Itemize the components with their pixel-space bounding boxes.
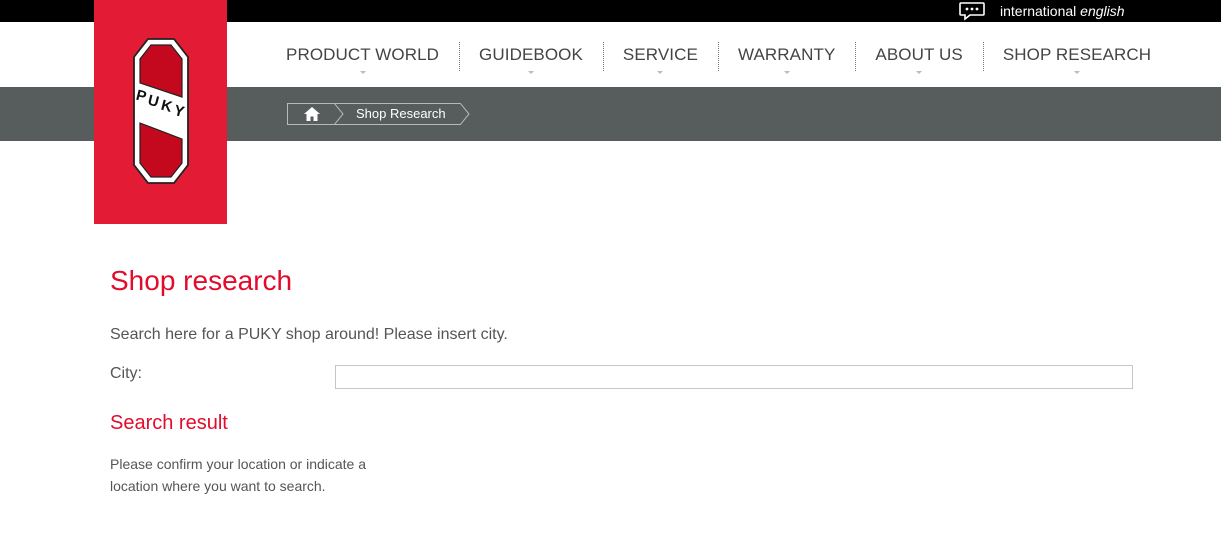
breadcrumb-home[interactable] <box>287 103 335 125</box>
breadcrumb-current[interactable]: Shop Research <box>334 103 460 125</box>
nav-item-guidebook[interactable]: GUIDEBOOK <box>459 42 603 74</box>
main-content: Shop research Search here for a PUKY sho… <box>110 264 1133 494</box>
nav-item-label: SHOP RESEARCH <box>1002 45 1152 64</box>
nav-item-label: SERVICE <box>622 45 698 64</box>
caret-down-icon <box>1073 71 1080 74</box>
city-input[interactable] <box>335 365 1133 389</box>
nav-item-warranty[interactable]: WARRANTY <box>717 42 855 74</box>
caret-down-icon <box>916 71 923 74</box>
speech-bubble-icon <box>959 2 985 21</box>
language-selector[interactable]: international english <box>958 0 1125 22</box>
main-navigation: PRODUCT WORLD GUIDEBOOK SERVICE WARRANTY… <box>266 42 1171 74</box>
caret-down-icon <box>527 71 534 74</box>
nav-item-label: WARRANTY <box>737 45 836 64</box>
nav-item-service[interactable]: SERVICE <box>602 42 718 74</box>
home-icon <box>303 107 320 121</box>
language-name: english <box>1080 3 1125 19</box>
search-result-text: Please confirm your location or indicate… <box>110 456 367 494</box>
nav-item-shop-research[interactable]: SHOP RESEARCH <box>982 42 1171 74</box>
nav-item-label: GUIDEBOOK <box>479 45 583 64</box>
nav-item-label: ABOUT US <box>875 45 963 64</box>
nav-item-product-world[interactable]: PRODUCT WORLD <box>266 42 459 74</box>
city-label: City: <box>110 365 142 382</box>
breadcrumb: Shop Research <box>287 103 470 125</box>
language-text: international english <box>1000 3 1125 19</box>
caret-down-icon <box>783 71 790 74</box>
search-result-title: Search result <box>110 412 228 434</box>
nav-item-label: PRODUCT WORLD <box>286 45 440 64</box>
puky-logo[interactable]: P U K Y <box>94 0 227 224</box>
breadcrumb-end-arrow-icon <box>459 103 470 125</box>
language-region: international <box>1000 3 1077 19</box>
caret-down-icon <box>359 71 366 74</box>
page-title: Shop research <box>110 265 293 296</box>
puky-logo-emblem: P U K Y <box>132 37 189 184</box>
caret-down-icon <box>657 71 664 74</box>
intro-text: Search here for a PUKY shop around! Plea… <box>110 326 508 343</box>
nav-item-about-us[interactable]: ABOUT US <box>855 42 982 74</box>
